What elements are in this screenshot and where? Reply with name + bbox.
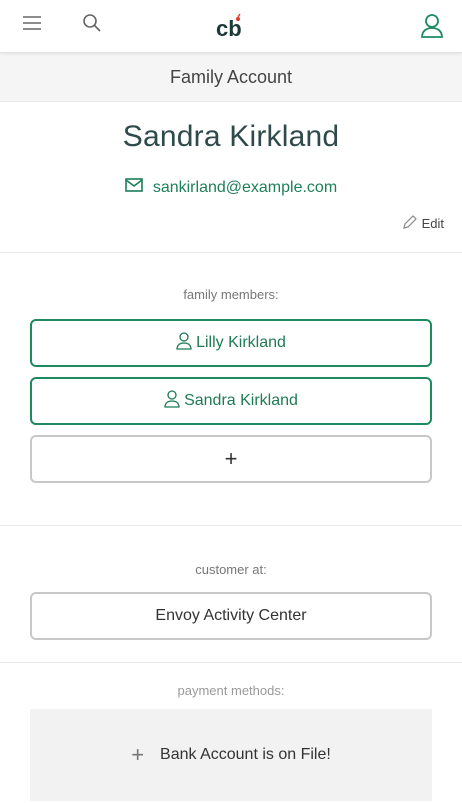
edit-button[interactable]: Edit (402, 214, 444, 233)
customer-at-label: customer at: (195, 562, 267, 577)
profile-section: Sandra Kirkland sankirland@example.com E… (0, 102, 462, 253)
family-member-button[interactable]: Lilly Kirkland (30, 319, 432, 367)
pencil-icon (402, 214, 418, 233)
edit-label: Edit (421, 216, 444, 231)
account-holder-name: Sandra Kirkland (122, 120, 340, 153)
payment-method-card[interactable]: + Bank Account is on File! (30, 709, 432, 801)
top-navigation-bar: cb (0, 0, 462, 53)
family-member-button[interactable]: Sandra Kirkland (30, 377, 432, 425)
person-icon (176, 331, 192, 355)
page-title: Family Account (0, 53, 462, 102)
email-row: sankirland@example.com (0, 178, 462, 197)
family-members-section: family members: Lilly Kirkland Sandra Ki… (0, 253, 462, 526)
payment-methods-label: payment methods: (177, 683, 285, 698)
customer-center-button[interactable]: Envoy Activity Center (30, 592, 432, 640)
payment-status-text: Bank Account is on File! (160, 746, 331, 763)
customer-at-section: customer at: Envoy Activity Center (0, 526, 462, 663)
person-icon (164, 389, 180, 413)
user-icon[interactable] (420, 13, 444, 44)
add-icon: + (131, 742, 145, 767)
email-text: sankirland@example.com (152, 178, 338, 196)
logo[interactable]: cb (214, 13, 248, 46)
search-icon[interactable] (82, 13, 102, 38)
payment-methods-section: payment methods: + Bank Account is on Fi… (0, 663, 462, 803)
family-member-name: Lilly Kirkland (196, 334, 286, 351)
mail-icon (125, 178, 143, 197)
menu-icon[interactable] (22, 13, 42, 38)
family-member-name: Sandra Kirkland (184, 392, 298, 409)
family-members-label: family members: (183, 287, 279, 302)
add-family-member-button[interactable]: + (30, 435, 432, 483)
